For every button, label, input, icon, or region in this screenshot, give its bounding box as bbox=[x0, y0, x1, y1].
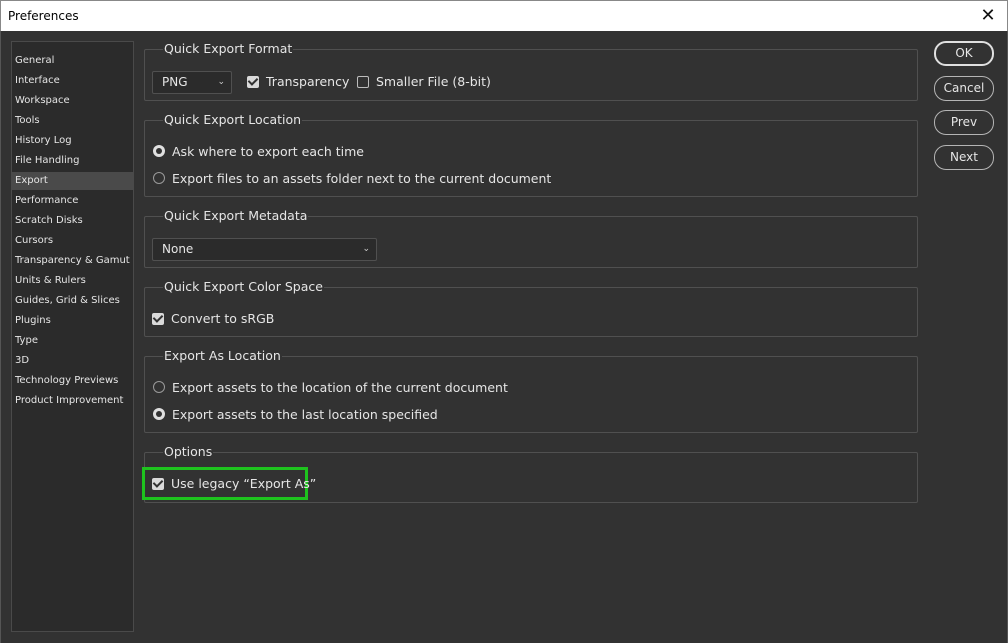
smaller-file-label: Smaller File (8-bit) bbox=[376, 74, 491, 89]
export-as-location-label: Export As Location bbox=[163, 348, 282, 363]
category-sidebar: General Interface Workspace Tools Histor… bbox=[11, 41, 134, 632]
assets-folder-label: Export files to an assets folder next to… bbox=[172, 171, 552, 186]
sidebar-item-transparency-gamut[interactable]: Transparency & Gamut bbox=[12, 252, 133, 270]
prev-button[interactable]: Prev bbox=[934, 110, 994, 135]
window-title: Preferences bbox=[8, 9, 79, 23]
chevron-down-icon: ⌄ bbox=[217, 77, 225, 87]
sidebar-item-general[interactable]: General bbox=[12, 52, 133, 70]
sidebar-item-cursors[interactable]: Cursors bbox=[12, 232, 133, 250]
ok-button[interactable]: OK bbox=[934, 41, 994, 66]
sidebar-item-export[interactable]: Export bbox=[12, 172, 133, 190]
quick-export-metadata-label: Quick Export Metadata bbox=[163, 208, 309, 223]
sidebar-item-3d[interactable]: 3D bbox=[12, 352, 133, 370]
convert-srgb-label: Convert to sRGB bbox=[171, 311, 275, 326]
sidebar-item-plugins[interactable]: Plugins bbox=[12, 312, 133, 330]
close-icon[interactable]: ✕ bbox=[979, 5, 997, 25]
metadata-select-value: None bbox=[162, 242, 194, 256]
legacy-export-as-label: Use legacy “Export As” bbox=[171, 476, 317, 491]
next-button[interactable]: Next bbox=[934, 145, 994, 170]
format-select[interactable]: PNG ⌄ bbox=[152, 71, 232, 94]
ask-where-radio[interactable] bbox=[153, 145, 165, 157]
sidebar-item-workspace[interactable]: Workspace bbox=[12, 92, 133, 110]
options-label: Options bbox=[163, 444, 214, 459]
sidebar-item-performance[interactable]: Performance bbox=[12, 192, 133, 210]
assets-folder-radio[interactable] bbox=[153, 172, 165, 184]
ask-where-label: Ask where to export each time bbox=[172, 144, 364, 159]
sidebar-item-scratch-disks[interactable]: Scratch Disks bbox=[12, 212, 133, 230]
convert-srgb-checkbox[interactable] bbox=[152, 313, 164, 325]
transparency-label: Transparency bbox=[266, 74, 350, 89]
sidebar-item-product-improvement[interactable]: Product Improvement bbox=[12, 392, 133, 410]
sidebar-item-technology-previews[interactable]: Technology Previews bbox=[12, 372, 133, 390]
quick-export-format-group bbox=[144, 49, 918, 101]
dialog-body: General Interface Workspace Tools Histor… bbox=[0, 31, 1008, 643]
last-location-radio[interactable] bbox=[153, 408, 165, 420]
quick-export-format-label: Quick Export Format bbox=[163, 41, 294, 56]
chevron-down-icon: ⌄ bbox=[362, 244, 370, 254]
smaller-file-checkbox[interactable] bbox=[357, 76, 369, 88]
sidebar-item-history-log[interactable]: History Log bbox=[12, 132, 133, 150]
legacy-export-as-checkbox[interactable] bbox=[152, 478, 164, 490]
metadata-select[interactable]: None ⌄ bbox=[152, 238, 377, 261]
quick-export-location-label: Quick Export Location bbox=[163, 112, 303, 127]
sidebar-item-file-handling[interactable]: File Handling bbox=[12, 152, 133, 170]
sidebar-item-units-rulers[interactable]: Units & Rulers bbox=[12, 272, 133, 290]
last-location-label: Export assets to the last location speci… bbox=[172, 407, 438, 422]
sidebar-item-type[interactable]: Type bbox=[12, 332, 133, 350]
transparency-checkbox[interactable] bbox=[247, 76, 259, 88]
sidebar-item-guides-grid-slices[interactable]: Guides, Grid & Slices bbox=[12, 292, 133, 310]
sidebar-item-interface[interactable]: Interface bbox=[12, 72, 133, 90]
current-document-location-label: Export assets to the location of the cur… bbox=[172, 380, 508, 395]
current-document-location-radio[interactable] bbox=[153, 381, 165, 393]
title-bar: Preferences ✕ bbox=[0, 0, 1008, 31]
cancel-button[interactable]: Cancel bbox=[934, 76, 994, 101]
sidebar-item-tools[interactable]: Tools bbox=[12, 112, 133, 130]
quick-export-color-space-label: Quick Export Color Space bbox=[163, 279, 324, 294]
format-select-value: PNG bbox=[162, 75, 188, 89]
